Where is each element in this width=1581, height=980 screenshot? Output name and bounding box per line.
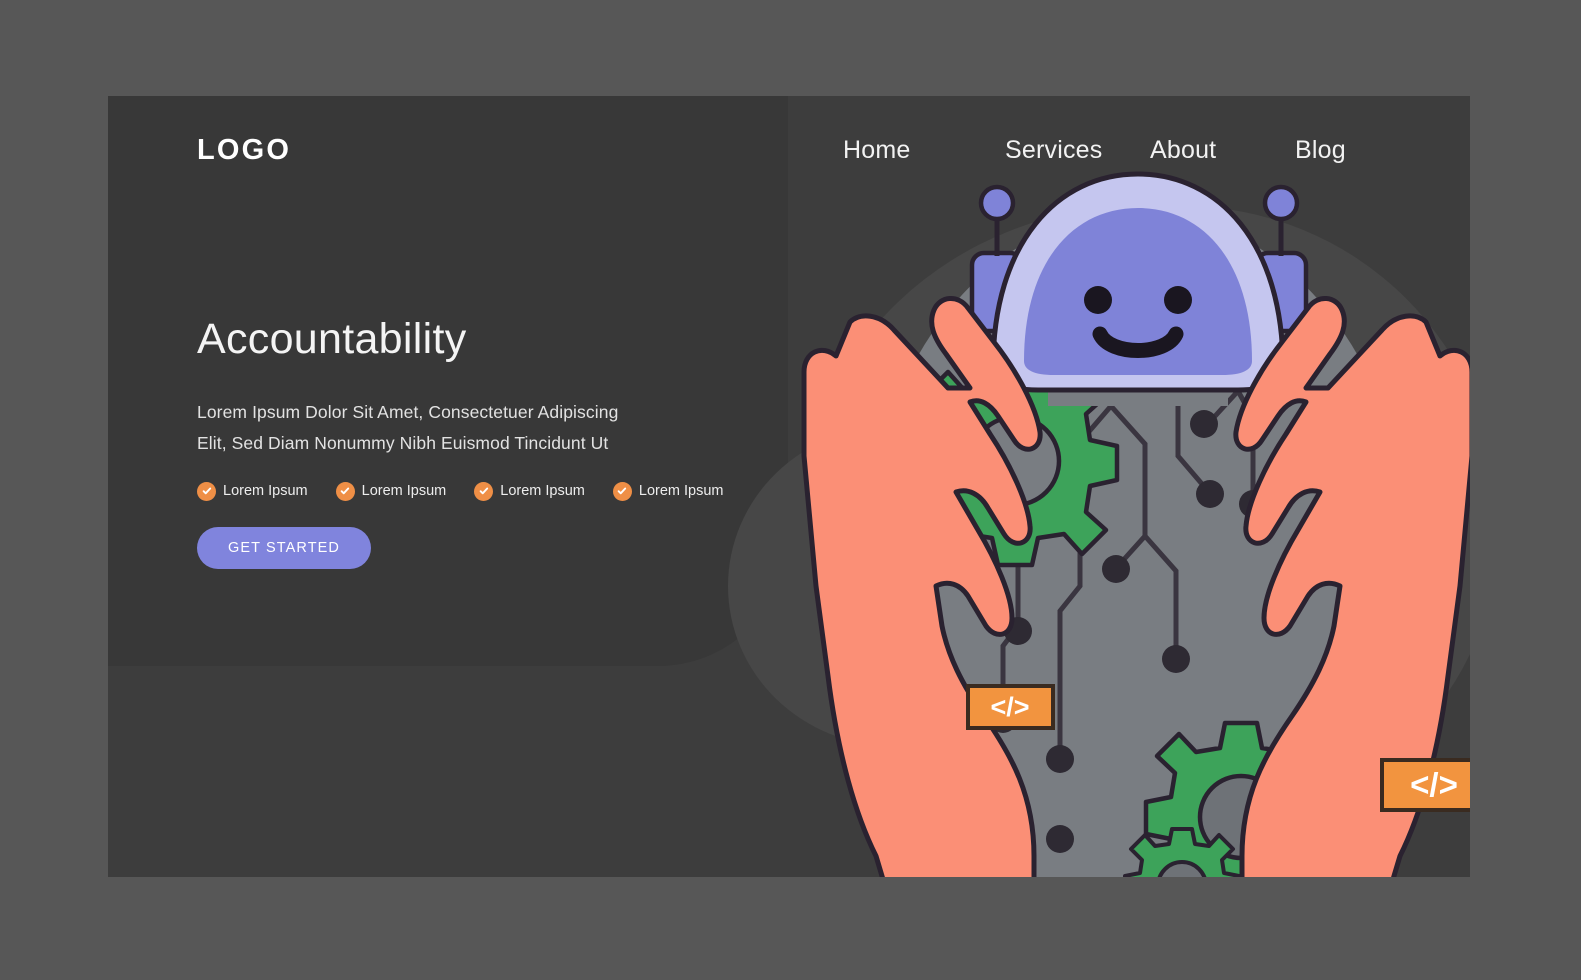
hero-illustration: </> </>	[798, 156, 1470, 877]
hero-section: Accountability Lorem Ipsum Dolor Sit Ame…	[197, 315, 737, 569]
nav-item-blog[interactable]: Blog	[1295, 136, 1375, 165]
screenshot-root: LOGO Home Services About Blog Accountabi…	[0, 0, 1581, 980]
code-badge-right: </>	[1380, 758, 1470, 812]
feature-item-4: Lorem Ipsum	[612, 481, 724, 501]
feature-label: Lorem Ipsum	[500, 483, 585, 500]
code-badge-left: </>	[966, 684, 1055, 730]
logo[interactable]: LOGO	[197, 134, 291, 167]
feature-list: Lorem Ipsum Lorem Ipsum Lorem Ipsum Lore…	[197, 481, 737, 501]
feature-item-2: Lorem Ipsum	[335, 481, 447, 501]
main-navigation: Home Services About Blog	[843, 136, 1375, 165]
check-circle-icon	[474, 481, 494, 501]
feature-label: Lorem Ipsum	[361, 483, 447, 500]
feature-label: Lorem Ipsum	[638, 483, 724, 500]
gear-green-bottom-small	[1123, 827, 1241, 877]
page-title: Accountability	[197, 315, 467, 363]
site-header: LOGO Home Services About Blog	[108, 96, 1470, 216]
feature-label: Lorem Ipsum	[223, 483, 308, 500]
hero-subtitle: Lorem Ipsum Dolor Sit Amet, Consectetuer…	[197, 402, 619, 454]
nav-item-services[interactable]: Services	[1005, 136, 1150, 165]
nav-item-about[interactable]: About	[1150, 136, 1295, 165]
code-badge-left-text: </>	[990, 692, 1029, 722]
hand-left	[801, 296, 1043, 877]
get-started-button[interactable]: GET STARTED	[197, 526, 372, 569]
feature-item-1: Lorem Ipsum	[197, 481, 308, 501]
nav-item-home[interactable]: Home	[843, 136, 1005, 165]
check-circle-icon	[335, 481, 355, 501]
landing-page-panel: LOGO Home Services About Blog Accountabi…	[108, 96, 1470, 877]
feature-item-3: Lorem Ipsum	[474, 481, 585, 501]
check-circle-icon	[612, 481, 632, 501]
check-circle-icon	[197, 481, 216, 501]
code-badge-right-text: </>	[1410, 766, 1458, 803]
